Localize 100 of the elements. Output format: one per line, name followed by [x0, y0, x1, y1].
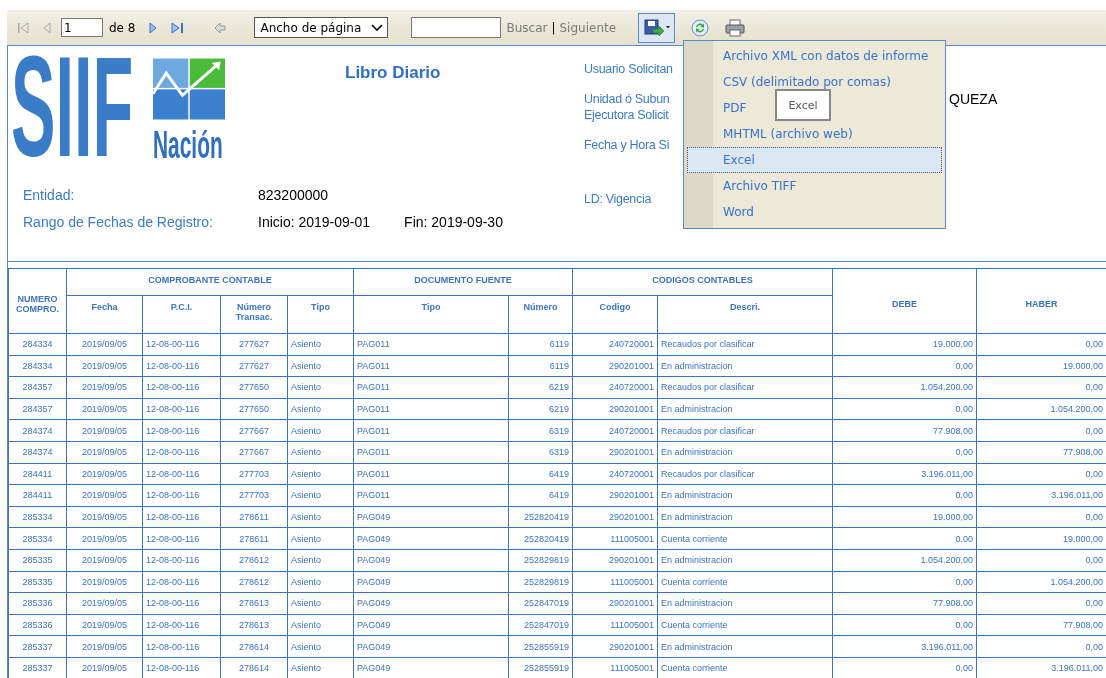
table-cell: 285336 — [8, 592, 67, 615]
table-cell: PAG049 — [353, 506, 509, 528]
table-cell: PAG049 — [353, 571, 509, 593]
menu-item[interactable]: MHTML (archivo web) — [687, 121, 858, 147]
table-cell: Recaudos por clasificar — [657, 376, 833, 399]
table-cell: Recaudos por clasificar — [657, 463, 833, 485]
print-icon[interactable] — [725, 18, 746, 37]
table-cell: Cuenta corriente — [657, 571, 833, 593]
table-cell: Asiento — [287, 635, 354, 658]
first-page-icon[interactable] — [17, 21, 29, 34]
table-cell: 111005001 — [572, 527, 658, 550]
end-date: Fin: 2019-09-30 — [404, 214, 503, 230]
table-cell: En administracion — [657, 592, 833, 615]
group-header: DOCUMENTO FUENTE — [353, 268, 573, 296]
find-next-link[interactable]: Siguiente — [559, 20, 617, 35]
table-cell: 12-08-00-116 — [142, 614, 221, 636]
table-cell: 278611 — [220, 527, 288, 550]
table-cell: 240720001 — [572, 376, 658, 399]
table-cell: PAG011 — [353, 441, 509, 464]
find-link[interactable]: Buscar — [506, 20, 548, 35]
table-cell: 12-08-00-116 — [142, 549, 221, 572]
table-cell: PAG011 — [353, 484, 509, 507]
table-cell: 2019/09/05 — [66, 527, 143, 550]
table-cell: 12-08-00-116 — [142, 419, 221, 442]
table-cell: Cuenta corriente — [657, 614, 833, 636]
table-cell: 0,00 — [832, 355, 977, 377]
table-cell: En administracion — [657, 355, 833, 377]
field-label: Entidad: — [23, 187, 76, 203]
table-cell: 278613 — [220, 614, 288, 636]
start-date: Inicio: 2019-09-01 — [258, 214, 371, 230]
table-cell: 12-08-00-116 — [142, 333, 221, 356]
table-cell: Asiento — [287, 571, 354, 593]
next-page-icon[interactable] — [149, 21, 158, 34]
table-cell: 2019/09/05 — [66, 355, 143, 377]
search-field[interactable] — [411, 17, 502, 38]
table-cell: 290201001 — [572, 506, 658, 528]
table-cell: 12-08-00-116 — [142, 376, 221, 399]
table-cell: 12-08-00-116 — [142, 463, 221, 485]
page-number-field[interactable]: 1 — [61, 18, 103, 37]
tooltip: Excel — [775, 89, 831, 121]
table-cell: Recaudos por clasificar — [657, 333, 833, 356]
menu-item[interactable]: Archivo TIFF — [687, 173, 802, 199]
table-cell: 240720001 — [572, 333, 658, 356]
menu-item[interactable]: Excel — [687, 147, 942, 173]
table-cell: 19.000,00 — [832, 506, 977, 528]
menu-item[interactable]: Archivo XML con datos de informe — [687, 43, 934, 69]
menu-item[interactable]: PDF — [687, 95, 752, 121]
table-cell: 285334 — [8, 527, 67, 550]
table-cell: Asiento — [287, 592, 354, 615]
siif-logo: SIIF Nación — [11, 54, 226, 166]
table-cell: 290201001 — [572, 592, 658, 615]
table-cell: 2019/09/05 — [66, 549, 143, 572]
table-cell: Asiento — [287, 376, 354, 399]
table-cell: 1.054.200,00 — [832, 376, 977, 399]
table-cell: 12-08-00-116 — [142, 506, 221, 528]
table-cell: 12-08-00-116 — [142, 355, 221, 377]
refresh-icon[interactable] — [691, 18, 710, 37]
table-cell: 252829819 — [508, 571, 573, 593]
table-cell: Asiento — [287, 506, 354, 528]
table-cell: 6119 — [508, 333, 573, 356]
table-cell: 12-08-00-116 — [142, 398, 221, 420]
table-cell: Asiento — [287, 463, 354, 485]
previous-page-icon[interactable] — [43, 21, 51, 34]
menu-item[interactable]: Word — [687, 199, 759, 225]
field-label: Fecha y Hora Si — [584, 137, 670, 153]
table-cell: En administracion — [657, 549, 833, 572]
column-header: DEBE — [832, 268, 977, 334]
table-cell: 19.000,00 — [832, 333, 977, 356]
table-cell: 240720001 — [572, 463, 658, 485]
table-cell: 277627 — [220, 355, 288, 377]
table-cell: PAG011 — [353, 355, 509, 377]
back-arrow-icon[interactable] — [214, 21, 227, 34]
table-cell: 252855919 — [508, 635, 573, 658]
table-cell: 12-08-00-116 — [142, 571, 221, 593]
column-header: NUMERO COMPRO. — [8, 268, 67, 334]
table-cell: 285335 — [8, 549, 67, 572]
column-header: Número — [508, 295, 573, 334]
table-cell: Asiento — [287, 549, 354, 572]
zoom-dropdown[interactable]: Ancho de página — [254, 17, 389, 38]
field-label: LD: Vigencia — [584, 191, 652, 207]
table-cell: 2019/09/05 — [66, 398, 143, 420]
table-cell: PAG049 — [353, 592, 509, 615]
table-cell: 2019/09/05 — [66, 484, 143, 507]
table-cell: 284357 — [8, 376, 67, 399]
table-cell: 284357 — [8, 398, 67, 420]
table-cell: Asiento — [287, 398, 354, 420]
table-cell: 278611 — [220, 506, 288, 528]
table-cell: 284334 — [8, 355, 67, 377]
table-cell: 6319 — [508, 419, 573, 442]
table-cell: 0,00 — [832, 398, 977, 420]
table-cell: 285336 — [8, 614, 67, 636]
export-button[interactable] — [638, 12, 676, 43]
table-cell: 111005001 — [572, 614, 658, 636]
last-page-icon[interactable] — [171, 21, 185, 34]
table-cell: PAG011 — [353, 463, 509, 485]
table-cell: 240720001 — [572, 419, 658, 442]
table-cell: 290201001 — [572, 441, 658, 464]
table-cell: 278612 — [220, 571, 288, 593]
table-cell: 284411 — [8, 484, 67, 507]
table-cell: 2019/09/05 — [66, 463, 143, 485]
